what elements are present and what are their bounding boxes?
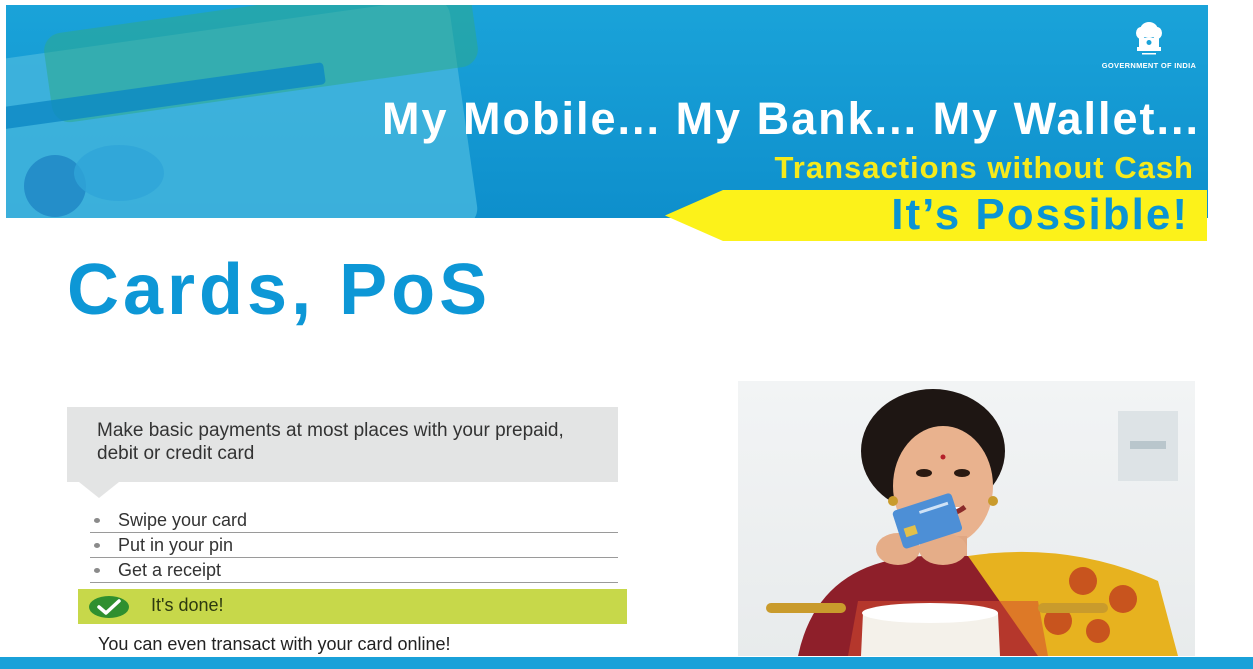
online-note: You can even transact with your card onl…	[98, 634, 451, 654]
headline: My Mobile... My Bank... My Wallet...	[382, 93, 1200, 144]
checkmark-circle-icon	[89, 596, 129, 618]
woman-holding-card-photo	[738, 381, 1195, 656]
card-logo-circle-right	[74, 145, 164, 201]
national-emblem-icon	[1136, 22, 1162, 55]
hero-banner: GOVERNMENT OF INDIA My Mobile... My Bank…	[6, 5, 1208, 218]
tagline-text: It’s Possible!	[891, 190, 1189, 239]
footer-band	[0, 657, 1253, 669]
description-text: Make basic payments at most places with …	[97, 420, 564, 464]
done-label: It's done!	[151, 595, 224, 615]
list-item: Get a receipt	[90, 558, 618, 583]
page-title: Cards, PoS	[67, 250, 492, 330]
step-label: Swipe your card	[118, 510, 248, 530]
subheadline: Transactions without Cash	[774, 150, 1194, 185]
done-banner: It's done!	[78, 589, 627, 624]
step-label: Put in your pin	[118, 535, 234, 555]
step-label: Get a receipt	[118, 560, 222, 580]
bullet-icon	[94, 568, 100, 573]
emblem-caption: GOVERNMENT OF INDIA	[1101, 61, 1197, 70]
bullet-icon	[94, 543, 100, 548]
description-callout: Make basic payments at most places with …	[67, 407, 618, 498]
tagline-ribbon: It’s Possible!	[665, 190, 1207, 241]
steps-list: Swipe your card Put in your pin Get a re…	[90, 508, 618, 583]
list-item: Swipe your card	[90, 508, 618, 533]
bullet-icon	[94, 518, 100, 523]
photo-illustration	[766, 389, 1178, 656]
government-emblem: GOVERNMENT OF INDIA	[1084, 19, 1208, 70]
list-item: Put in your pin	[90, 533, 618, 558]
